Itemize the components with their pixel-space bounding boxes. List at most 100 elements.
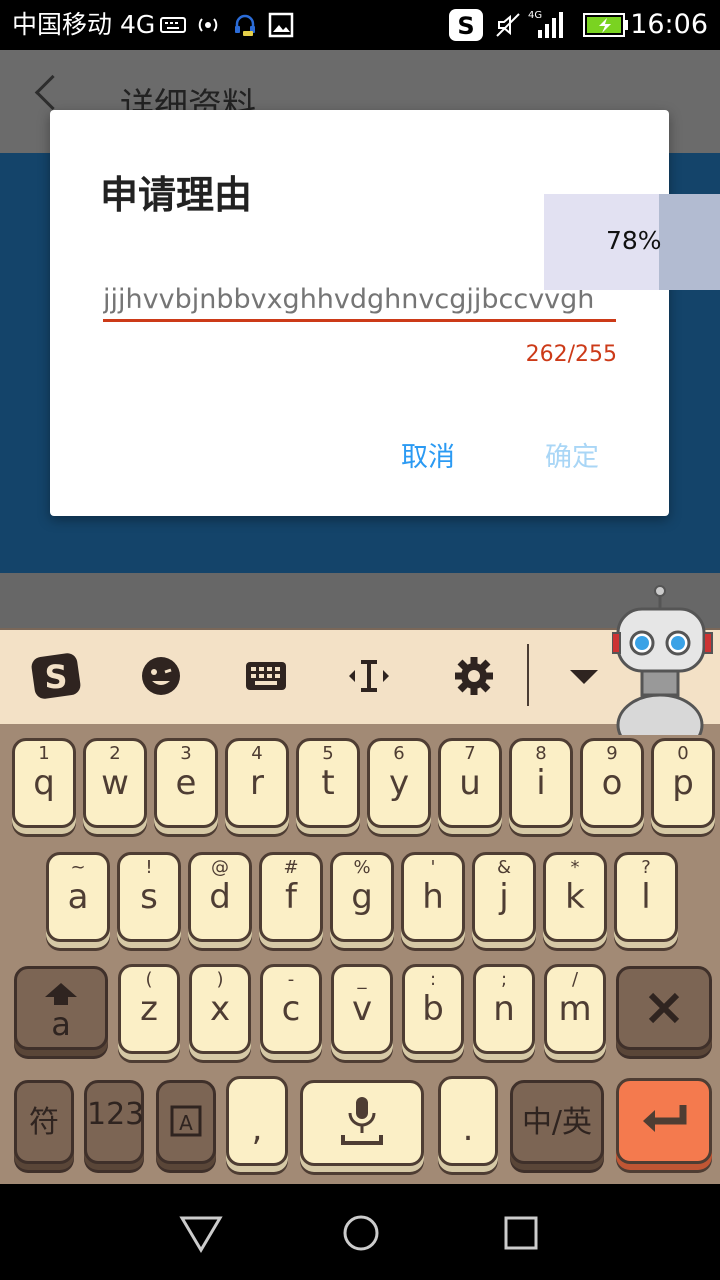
key-label: s (140, 877, 158, 917)
back-nav-icon[interactable] (176, 1208, 226, 1258)
carrier-label: 中国移动 4G (12, 10, 156, 39)
key-z[interactable]: (z (118, 964, 180, 1054)
shift-label: a (51, 1005, 71, 1043)
key-u[interactable]: 7u (438, 738, 502, 828)
key-q[interactable]: 1q (12, 738, 76, 828)
key-secondary-label: 1 (38, 743, 50, 764)
apply-reason-dialog: 申请理由 jjjhvvbjnbbvxghhvdghnvcgjjbccvvgh 2… (50, 110, 669, 516)
key-h[interactable]: ' h (401, 852, 465, 942)
key-secondary-label: 8 (535, 743, 547, 764)
reason-input[interactable]: jjjhvvbjnbbvxghhvdghnvcgjjbccvvgh (103, 278, 616, 322)
key-secondary-label: 9 (606, 743, 618, 764)
svg-text:A: A (179, 1111, 193, 1135)
key-label: k (565, 877, 585, 917)
voice-space-key[interactable] (300, 1080, 424, 1166)
key-label: i (536, 763, 546, 803)
svg-text:S: S (44, 658, 67, 696)
key-i[interactable]: 8i (509, 738, 573, 828)
key-o[interactable]: 9o (580, 738, 644, 828)
numbers-key[interactable]: 123 (84, 1080, 144, 1164)
battery-icon (583, 13, 628, 37)
key-secondary-label: % (353, 857, 371, 878)
headset-icon (235, 14, 255, 36)
text-mode-key[interactable]: A (156, 1080, 216, 1164)
back-arrow-icon[interactable] (34, 74, 71, 111)
key-e[interactable]: 3e (154, 738, 218, 828)
cursor-icon[interactable] (343, 650, 395, 702)
key-t[interactable]: 5t (296, 738, 360, 828)
key-label: b (422, 989, 444, 1029)
key-label: c (281, 989, 301, 1029)
enter-arrow-icon (643, 1105, 687, 1132)
key-secondary-label: @ (211, 857, 229, 878)
key-secondary-label: * (570, 857, 580, 878)
sogou-logo-icon[interactable]: S (30, 650, 82, 702)
status-bar: 中国移动 4G S 4G 16:06 (0, 0, 720, 50)
key-secondary-label: ) (216, 969, 224, 990)
mute-icon (496, 13, 520, 37)
comma-key[interactable]: , (226, 1076, 288, 1166)
key-s[interactable]: ! s (117, 852, 181, 942)
key-g[interactable]: % g (330, 852, 394, 942)
shift-arrow-icon (45, 983, 77, 1005)
delete-key[interactable] (616, 966, 712, 1050)
key-c[interactable]: -c (260, 964, 322, 1054)
key-secondary-label: ? (641, 857, 651, 878)
key-m[interactable]: / m (544, 964, 606, 1054)
period-key[interactable]: . (438, 1076, 498, 1166)
keyboard-icon[interactable] (240, 650, 292, 702)
reason-input-value[interactable]: jjjhvvbjnbbvxghhvdghnvcgjjbccvvgh (103, 278, 616, 322)
shift-key[interactable]: a (14, 966, 108, 1050)
key-label: q (33, 763, 55, 803)
key-secondary-label: _ (357, 969, 367, 990)
key-secondary-label: 2 (109, 743, 121, 764)
key-secondary-label: # (283, 857, 299, 878)
settings-icon[interactable] (448, 650, 500, 702)
soft-keyboard: S a 符 123 A , . 中/英 1 q 2 w 3 e 4 r 5 t … (0, 585, 720, 1184)
svg-text:4G: 4G (528, 10, 542, 21)
symbols-key[interactable]: 符 (14, 1080, 74, 1164)
key-b[interactable]: :b (402, 964, 464, 1054)
language-label: 中/英 (521, 1105, 593, 1140)
key-k[interactable]: * k (543, 852, 607, 942)
home-nav-icon[interactable] (336, 1208, 386, 1258)
key-secondary-label: 0 (677, 743, 689, 764)
language-switch-key[interactable]: 中/英 (510, 1080, 604, 1164)
key-f[interactable]: # f (259, 852, 323, 942)
hide-keyboard-icon[interactable] (558, 650, 610, 702)
progress-overlay: 78% (544, 194, 720, 290)
key-x[interactable]: ) x (189, 964, 251, 1054)
key-secondary-label: 6 (393, 743, 405, 764)
key-secondary-label: 7 (464, 743, 476, 764)
key-p[interactable]: 0p (651, 738, 715, 828)
key-label: o (601, 763, 623, 803)
recents-nav-icon[interactable] (496, 1208, 546, 1258)
confirm-button[interactable]: 确定 (545, 435, 599, 474)
signal-4g-icon: 4G (528, 10, 563, 38)
key-secondary-label: ( (145, 969, 153, 990)
key-label: a (67, 877, 89, 917)
key-label: u (459, 763, 481, 803)
key-secondary-label: / (571, 969, 579, 990)
key-n[interactable]: ; n (473, 964, 535, 1054)
enter-key[interactable] (616, 1078, 712, 1164)
key-label: e (175, 763, 197, 803)
key-label: x (209, 989, 231, 1029)
key-secondary-label: ! (145, 857, 153, 878)
key-v[interactable]: _ v (331, 964, 393, 1054)
key-l[interactable]: ? l (614, 852, 678, 942)
key-secondary-label: : (429, 969, 437, 990)
key-a[interactable]: ~ a (46, 852, 110, 942)
key-j[interactable]: & j (472, 852, 536, 942)
cancel-button[interactable]: 取消 (401, 435, 455, 474)
key-r[interactable]: 4r (225, 738, 289, 828)
emoji-icon[interactable] (135, 650, 187, 702)
comma-label: , (251, 1109, 263, 1149)
key-label: t (321, 763, 335, 803)
progress-fill (659, 194, 720, 290)
key-w[interactable]: 2w (83, 738, 147, 828)
keyboard-icon (160, 17, 186, 33)
key-label: l (641, 877, 651, 917)
key-y[interactable]: 6y (367, 738, 431, 828)
key-d[interactable]: @ d (188, 852, 252, 942)
